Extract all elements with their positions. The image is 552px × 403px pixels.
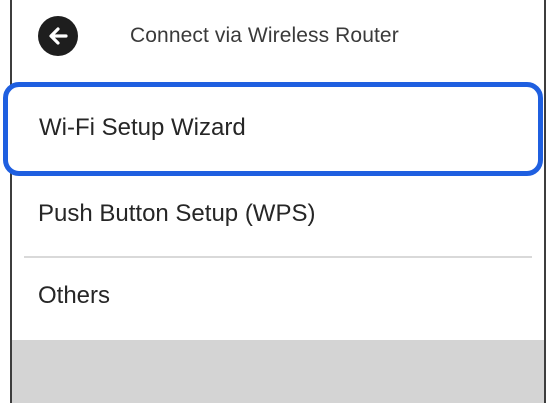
- menu-item-label: Push Button Setup (WPS): [38, 200, 316, 227]
- menu-item-push-button-setup[interactable]: Push Button Setup (WPS): [12, 176, 544, 256]
- printer-panel-screen: Connect via Wireless Router Wi-Fi Setup …: [0, 0, 552, 403]
- menu-item-label: Wi-Fi Setup Wizard: [39, 114, 246, 141]
- menu-item-wifi-setup-wizard[interactable]: Wi-Fi Setup Wizard: [3, 82, 543, 176]
- back-button[interactable]: [38, 16, 78, 56]
- arrow-left-icon: [46, 24, 70, 48]
- header-bar: Connect via Wireless Router: [12, 0, 544, 78]
- menu-item-others[interactable]: Others: [12, 258, 544, 340]
- screen-right-edge: [544, 0, 546, 403]
- footer-bar: [12, 340, 544, 403]
- page-title: Connect via Wireless Router: [130, 24, 399, 47]
- menu-item-label: Others: [38, 282, 111, 309]
